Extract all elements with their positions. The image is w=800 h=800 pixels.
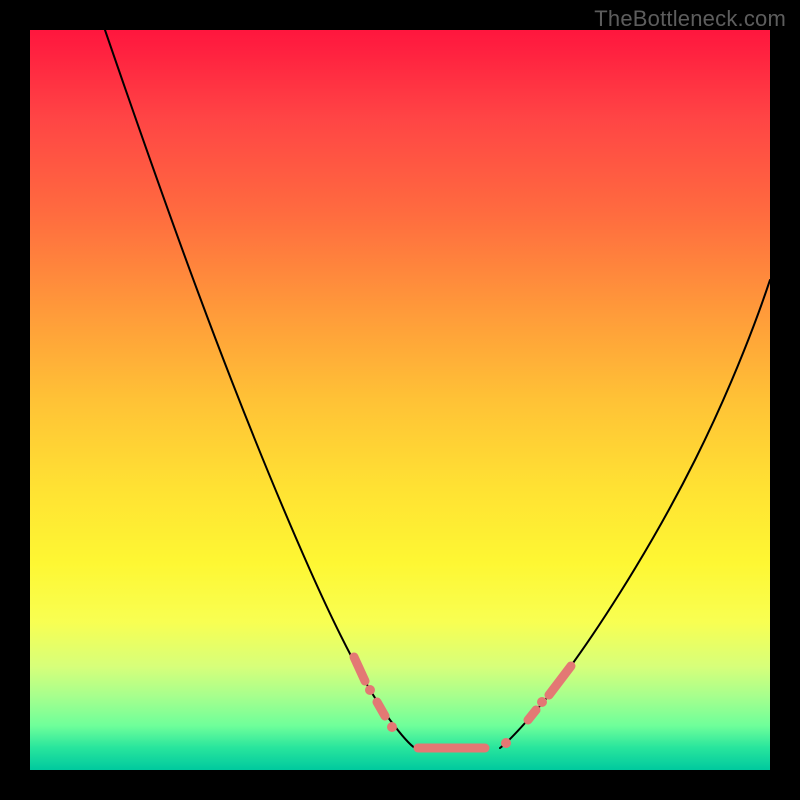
left-bead-1: [365, 685, 375, 695]
right-bead-1: [501, 738, 511, 748]
left-dash-1: [354, 657, 365, 681]
right-dash-2: [549, 666, 571, 695]
curve-group: [105, 30, 770, 748]
chart-frame: [30, 30, 770, 770]
right-curve: [500, 280, 770, 748]
right-dash-1: [528, 710, 536, 720]
left-dash-2: [377, 702, 385, 716]
watermark-text: TheBottleneck.com: [594, 6, 786, 32]
left-bead-2: [387, 722, 397, 732]
marker-group: [354, 657, 571, 748]
left-curve: [105, 30, 415, 748]
right-bead-2: [537, 697, 547, 707]
chart-svg: [30, 30, 770, 770]
